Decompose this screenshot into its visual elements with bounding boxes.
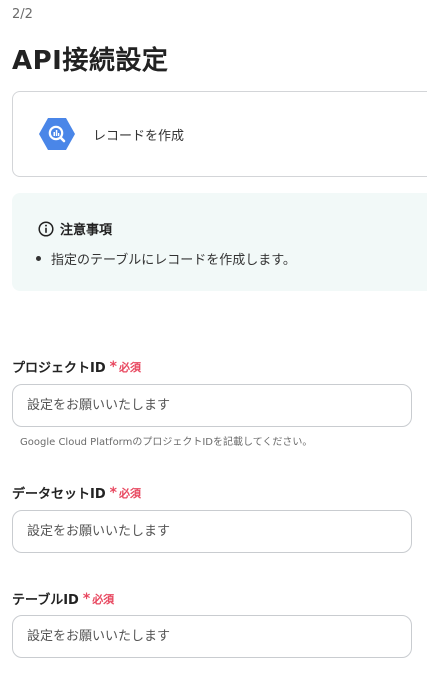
notice-item: 指定のテーブルにレコードを作成します。 [36, 249, 296, 268]
table-id-input[interactable] [12, 615, 412, 658]
required-badge: 必須 [118, 486, 141, 500]
dataset-id-input[interactable] [12, 510, 412, 553]
info-icon [38, 220, 54, 237]
required-badge: 必須 [92, 592, 115, 606]
required-asterisk: * [109, 484, 117, 501]
dataset-id-label: データセットID * 必須 [12, 483, 141, 503]
project-id-label-text: プロジェクトID [12, 361, 106, 376]
notice-header: 注意事項 [38, 219, 112, 238]
required-badge: 必須 [118, 360, 141, 374]
bigquery-icon [39, 118, 75, 150]
notice-box: 注意事項 指定のテーブルにレコードを作成します。 [12, 193, 427, 291]
notice-item-text: 指定のテーブルにレコードを作成します。 [51, 253, 296, 268]
step-indicator: 2/2 [12, 7, 33, 22]
table-id-label-text: テーブルID [12, 593, 79, 608]
required-asterisk: * [109, 358, 117, 375]
dataset-id-label-text: データセットID [12, 487, 106, 502]
bullet-icon [36, 256, 41, 261]
project-id-input[interactable] [12, 384, 412, 427]
action-label: レコードを作成 [93, 128, 185, 144]
action-card[interactable]: レコードを作成 [12, 91, 427, 177]
notice-title: 注意事項 [60, 223, 113, 238]
project-id-label: プロジェクトID * 必須 [12, 357, 141, 377]
project-id-help: Google Cloud PlatformのプロジェクトIDを記載してください。 [20, 437, 313, 448]
required-asterisk: * [82, 590, 91, 607]
page-title: API接続設定 [12, 46, 169, 76]
table-id-label: テーブルID * 必須 [12, 589, 115, 609]
